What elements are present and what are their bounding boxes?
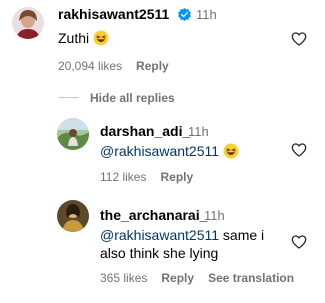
comment-body: same i	[219, 227, 265, 243]
comment-time: 11h	[196, 7, 217, 22]
like-count[interactable]: 20,094 likes	[58, 59, 122, 73]
comment-meta: 112 likes Reply	[100, 170, 207, 184]
comment-meta: 365 likes Reply See translation	[100, 271, 308, 285]
comment-text: @rakhisawant2511 same i also think she l…	[100, 226, 285, 262]
avatar[interactable]	[12, 7, 44, 39]
comment-text: @rakhisawant2511	[100, 142, 239, 163]
comment-time: 11h	[188, 124, 209, 139]
comment-text: Zuthi	[58, 29, 109, 50]
replies-divider	[58, 97, 79, 98]
verified-badge-icon	[178, 8, 191, 21]
like-heart-icon[interactable]	[291, 142, 307, 158]
comment-meta: 20,094 likes Reply	[58, 59, 183, 73]
like-count[interactable]: 112 likes	[100, 170, 146, 184]
see-translation-button[interactable]: See translation	[208, 271, 294, 285]
avatar[interactable]	[57, 118, 89, 150]
reply-button[interactable]: Reply	[136, 59, 169, 73]
mention-link[interactable]: @rakhisawant2511	[100, 143, 219, 159]
reply-button[interactable]: Reply	[160, 170, 193, 184]
laughing-face-icon	[223, 143, 239, 163]
like-heart-icon[interactable]	[291, 31, 307, 47]
comment-body: Zuthi	[58, 30, 90, 46]
username[interactable]: rakhisawant2511	[58, 6, 169, 22]
username[interactable]: the_archanarai_	[100, 207, 207, 223]
mention-link[interactable]: @rakhisawant2511	[100, 227, 219, 243]
username[interactable]: darshan_adi_	[100, 123, 190, 139]
reply-button[interactable]: Reply	[161, 271, 194, 285]
comment-body-continued: also think she lying	[100, 245, 219, 261]
comment-time: 11h	[204, 208, 225, 223]
avatar[interactable]	[57, 200, 89, 232]
hide-replies-button[interactable]: Hide all replies	[90, 91, 175, 105]
like-heart-icon[interactable]	[291, 234, 307, 250]
laughing-face-icon	[93, 30, 109, 50]
like-count[interactable]: 365 likes	[100, 271, 147, 285]
